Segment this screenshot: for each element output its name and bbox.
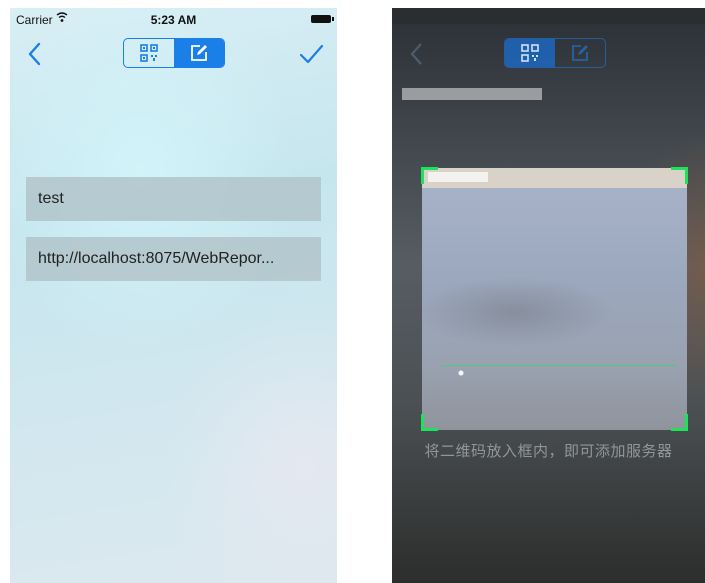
status-bar: Carrier 5:23 AM	[10, 8, 337, 30]
qr-scan-segment[interactable]	[505, 39, 555, 67]
server-name-field[interactable]: test	[26, 177, 321, 221]
scan-corner-top-left	[421, 167, 438, 184]
edit-icon	[191, 45, 207, 61]
input-mode-segmented-control	[504, 38, 606, 68]
status-time: 5:23 AM	[150, 13, 197, 27]
qr-scan-segment[interactable]	[124, 39, 174, 67]
back-button[interactable]	[22, 40, 50, 68]
qr-code-icon	[521, 44, 539, 62]
back-button[interactable]	[406, 41, 428, 67]
scan-corner-bottom-right	[671, 414, 688, 431]
manual-edit-segment[interactable]	[174, 39, 224, 67]
scan-corner-top-right	[671, 167, 688, 184]
manual-edit-segment[interactable]	[555, 39, 605, 67]
checkmark-icon	[299, 44, 324, 64]
qr-scan-screen: 将二维码放入框内，即可添加服务器	[392, 8, 705, 583]
scan-hint-text: 将二维码放入框内，即可添加服务器	[424, 443, 673, 460]
battery-icon	[311, 15, 334, 23]
chevron-left-icon	[410, 43, 422, 65]
scan-line	[442, 365, 677, 366]
camera-top-bar	[392, 8, 705, 24]
server-url-field[interactable]: http://localhost:8075/WebRepor...	[26, 237, 321, 281]
scan-frame	[421, 167, 688, 431]
qr-code-icon	[140, 44, 158, 62]
light-glare	[454, 366, 468, 380]
chevron-left-icon	[28, 42, 41, 66]
edit-icon	[572, 45, 588, 61]
camera-feed-detail	[422, 168, 687, 188]
camera-background	[402, 88, 542, 100]
confirm-button[interactable]	[297, 40, 325, 68]
input-mode-segmented-control	[123, 38, 225, 68]
manual-entry-screen: Carrier 5:23 AM test http://localhost:80…	[10, 8, 337, 583]
scan-corner-bottom-left	[421, 414, 438, 431]
